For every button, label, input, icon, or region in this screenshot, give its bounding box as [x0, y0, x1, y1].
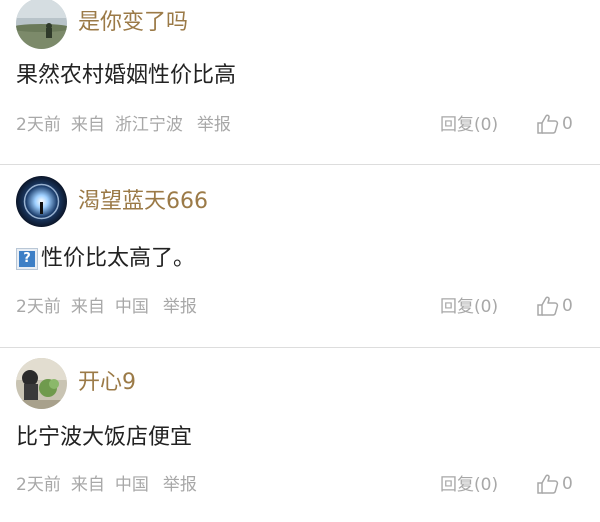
comment-from: 来自 [70, 115, 105, 135]
username[interactable]: 开心9 [78, 370, 136, 396]
comment-from: 来自 [70, 297, 105, 317]
thumbs-up-icon [537, 474, 559, 494]
comment-item: 是你变了吗 果然农村婚姻性价比高 2天前 来自 浙江宁波 举报 回复(0) 0 [0, 0, 600, 164]
comment-text: 比宁波大饭店便宜 [16, 424, 192, 452]
comment-location: 中国 [114, 297, 149, 317]
comment-text: 果然农村婚姻性价比高 [16, 62, 236, 90]
like-button[interactable]: 0 [537, 296, 573, 316]
comment-text-body: 果然农村婚姻性价比高 [16, 63, 237, 88]
like-button[interactable]: 0 [537, 114, 573, 134]
avatar[interactable] [16, 0, 67, 49]
report-link[interactable]: 举报 [163, 475, 197, 495]
comment-text-body: 比宁波大饭店便宜 [16, 425, 193, 450]
comment-meta: 2天前 来自 中国 举报 [16, 297, 207, 317]
like-count: 0 [562, 474, 573, 494]
like-count: 0 [562, 296, 573, 316]
comment-meta: 2天前 来自 中国 举报 [16, 475, 207, 495]
comment-time: 2天前 [16, 297, 61, 317]
report-link[interactable]: 举报 [163, 297, 197, 317]
comment-text-body: 性价比太高了。 [41, 246, 196, 271]
reply-button[interactable]: 回复(0) [440, 475, 498, 495]
reply-button[interactable]: 回复(0) [440, 115, 498, 135]
reply-button[interactable]: 回复(0) [440, 297, 498, 317]
comment-meta: 2天前 来自 浙江宁波 举报 [16, 115, 241, 135]
comment-time: 2天前 [16, 475, 61, 495]
like-count: 0 [562, 114, 573, 134]
avatar[interactable] [16, 358, 67, 409]
thumbs-up-icon [537, 114, 559, 134]
avatar[interactable] [16, 176, 67, 227]
comment-time: 2天前 [16, 115, 61, 135]
comment-from: 来自 [70, 475, 105, 495]
report-link[interactable]: 举报 [197, 115, 231, 135]
comment-item: 渴望蓝天666 ? 性价比太高了。 2天前 来自 中国 举报 回复(0) 0 [0, 165, 600, 347]
username[interactable]: 渴望蓝天666 [78, 189, 208, 215]
broken-image-icon: ? [16, 248, 38, 270]
like-button[interactable]: 0 [537, 474, 573, 494]
comment-location: 中国 [114, 475, 149, 495]
comment-location: 浙江宁波 [114, 115, 183, 135]
comment-item: 开心9 比宁波大饭店便宜 2天前 来自 中国 举报 回复(0) 0 [0, 348, 600, 522]
comment-text: ? 性价比太高了。 [16, 245, 195, 273]
username[interactable]: 是你变了吗 [78, 10, 188, 36]
thumbs-up-icon [537, 296, 559, 316]
